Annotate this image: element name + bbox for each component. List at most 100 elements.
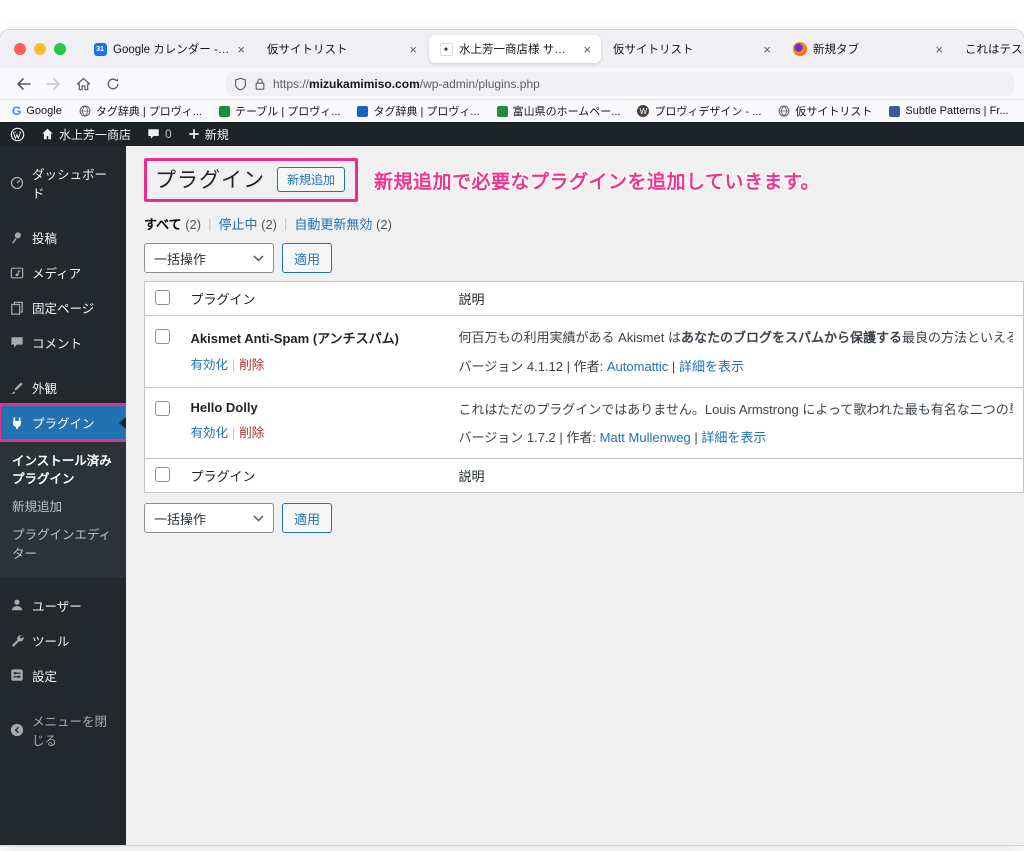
submenu-plugin-editor[interactable]: プラグインエディター	[0, 521, 126, 567]
submenu-add-new[interactable]: 新規追加	[0, 493, 126, 521]
tab-new-tab[interactable]: 新規タブ ×	[783, 35, 953, 63]
sidebar-item-comments[interactable]: コメント	[0, 325, 126, 360]
column-footer-description: 説明	[448, 458, 1024, 493]
sidebar-item-media[interactable]: メディア	[0, 255, 126, 290]
globe-icon	[79, 105, 91, 117]
tab-close-icon[interactable]: ×	[761, 43, 773, 56]
lock-icon[interactable]	[254, 77, 266, 91]
select-all-checkbox[interactable]	[155, 290, 170, 305]
forward-icon[interactable]	[40, 72, 66, 96]
bookmark-provi-design[interactable]: W プロヴィデザイン - ...	[637, 103, 761, 119]
bookmarks-bar: G Google タグ辞典 | プロヴィ... テーブル | プロヴィ... タグ…	[0, 100, 1024, 122]
delete-link[interactable]: 削除	[239, 426, 264, 440]
annotation-text: 新規追加で必要なプラグインを追加していきます。	[374, 171, 821, 193]
bulk-action-select[interactable]: 一括操作	[144, 243, 274, 273]
row-checkbox[interactable]	[155, 329, 170, 344]
adminbar-new[interactable]: 新規	[188, 126, 229, 143]
sidebar-item-dashboard[interactable]: ダッシュボード	[0, 156, 126, 210]
activate-link[interactable]: 有効化	[191, 358, 229, 372]
table-footer-row: プラグイン 説明	[144, 458, 1024, 493]
google-g-icon: G	[12, 104, 22, 118]
pages-icon	[11, 301, 23, 315]
plugin-name: Akismet Anti-Spam (アンチスパム)	[190, 331, 399, 346]
window-controls	[0, 43, 82, 55]
zoom-window-button[interactable]	[54, 43, 66, 55]
url-text[interactable]: https://mizukamimiso.com/wp-admin/plugin…	[273, 77, 540, 91]
shield-icon[interactable]	[234, 77, 247, 91]
plugin-icon	[13, 416, 21, 429]
plugins-table: プラグイン 説明 Akismet Anti-Spam (アンチスパム) 有効化 |…	[144, 281, 1024, 493]
filter-all[interactable]: すべて (2)	[144, 214, 201, 233]
column-footer-plugin: プラグイン	[180, 458, 449, 493]
sidebar-item-settings[interactable]: 設定	[0, 658, 126, 693]
add-new-plugin-button[interactable]: 新規追加	[277, 166, 346, 192]
tab-title: 仮サイトリスト	[267, 44, 348, 56]
tab-test[interactable]: これはテストで	[955, 35, 1024, 63]
bulk-action-select[interactable]: 一括操作	[144, 503, 274, 533]
browser-window: 31 Google カレンダー - 2021年 9月 × 仮サイトリスト × ✦…	[0, 30, 1024, 845]
plugin-status-filters: すべて (2) | 停止中 (2) | 自動更新無効 (2)	[144, 214, 392, 233]
apply-button[interactable]: 適用	[282, 243, 333, 273]
apply-button[interactable]: 適用	[282, 503, 333, 533]
adminbar-comments[interactable]: 0	[147, 127, 172, 141]
bulk-actions-top: 一括操作 適用	[144, 243, 1024, 273]
bookmark-toyama[interactable]: 富山県のホームペー...	[496, 103, 620, 119]
table-row: Hello Dolly 有効化 | 削除 これはただのプラグインではありません。Lo…	[144, 386, 1024, 459]
address-bar[interactable]: https://mizukamimiso.com/wp-admin/plugin…	[226, 71, 1014, 96]
filter-inactive[interactable]: 停止中 (2)	[218, 214, 277, 233]
view-details-link[interactable]: 詳細を表示	[701, 430, 766, 445]
tab-site-list-1[interactable]: 仮サイトリスト ×	[257, 35, 427, 63]
plugin-meta: バージョン 1.7.2 | 作者: Matt Mullenweg | 詳細を表示	[458, 430, 767, 445]
tab-close-icon[interactable]: ×	[581, 43, 593, 56]
tab-close-icon[interactable]: ×	[407, 43, 419, 56]
tab-close-icon[interactable]: ×	[235, 43, 247, 56]
column-header-description: 説明	[458, 292, 485, 307]
bookmark-subtle-patterns[interactable]: Subtle Patterns | Fr...	[889, 105, 1009, 117]
wordpress-icon: W	[637, 105, 650, 117]
activate-link[interactable]: 有効化	[191, 426, 229, 440]
author-link[interactable]: Matt Mullenweg	[600, 430, 691, 445]
tab-sample-site-active[interactable]: ✦ 水上芳一商店様 サンプルサイト ×	[429, 35, 601, 63]
bookmark-site-list[interactable]: 仮サイトリスト	[778, 103, 872, 119]
wp-logo-icon[interactable]	[10, 127, 25, 142]
table-row: Akismet Anti-Spam (アンチスパム) 有効化 | 削除 何百万もの利…	[144, 315, 1024, 387]
tab-close-icon[interactable]: ×	[933, 43, 945, 56]
home-icon[interactable]	[70, 72, 96, 96]
bulk-actions-bottom: 一括操作 適用	[144, 503, 1024, 533]
tab-google-calendar[interactable]: 31 Google カレンダー - 2021年 9月 ×	[83, 35, 255, 63]
adminbar-site-link[interactable]: 水上芳一商店	[41, 126, 131, 143]
bookmark-table[interactable]: テーブル | プロヴィ...	[218, 103, 340, 119]
filter-auto-update-disabled[interactable]: 自動更新無効 (2)	[294, 214, 392, 233]
submenu-installed-plugins[interactable]: インストール済みプラグイン	[0, 447, 126, 493]
tab-site-list-2[interactable]: 仮サイトリスト ×	[603, 35, 781, 63]
google-calendar-icon: 31	[93, 42, 107, 56]
sidebar-item-posts[interactable]: 投稿	[0, 220, 126, 255]
column-header-plugin: プラグイン	[190, 292, 256, 307]
sidebar-item-pages[interactable]: 固定ページ	[0, 290, 126, 325]
reload-icon[interactable]	[100, 72, 126, 96]
plugin-description: 何百万もの利用実績がある Akismet はあなたのブログをスパムから保護する最…	[458, 330, 1014, 345]
back-icon[interactable]	[10, 72, 36, 96]
green-doc-icon	[496, 105, 508, 117]
tab-title: Google カレンダー - 2021年 9月	[113, 44, 229, 56]
sidebar-item-tools[interactable]: ツール	[0, 623, 126, 658]
green-doc-icon	[218, 105, 230, 117]
minimize-window-button[interactable]	[34, 43, 46, 55]
settings-icon	[11, 669, 23, 681]
plugin-name: Hello Dolly	[190, 399, 258, 415]
close-window-button[interactable]	[14, 43, 26, 55]
sidebar-item-appearance[interactable]: 外観	[0, 370, 126, 405]
bookmark-tag-dict-1[interactable]: タグ辞典 | プロヴィ...	[79, 103, 202, 119]
select-all-checkbox[interactable]	[155, 467, 170, 482]
sidebar-item-plugins[interactable]: プラグイン	[0, 403, 128, 442]
bookmark-tag-dict-2[interactable]: タグ辞典 | プロヴィ...	[357, 103, 480, 119]
author-link[interactable]: Automattic	[607, 359, 668, 374]
bookmark-google[interactable]: G Google	[12, 104, 62, 118]
view-details-link[interactable]: 詳細を表示	[679, 359, 744, 374]
users-icon	[11, 599, 23, 611]
delete-link[interactable]: 削除	[239, 358, 264, 372]
site-favicon-icon: ✦	[439, 42, 453, 56]
sidebar-item-collapse-menu[interactable]: メニューを閉じる	[0, 703, 126, 757]
row-checkbox[interactable]	[155, 400, 170, 416]
sidebar-item-users[interactable]: ユーザー	[0, 588, 126, 623]
